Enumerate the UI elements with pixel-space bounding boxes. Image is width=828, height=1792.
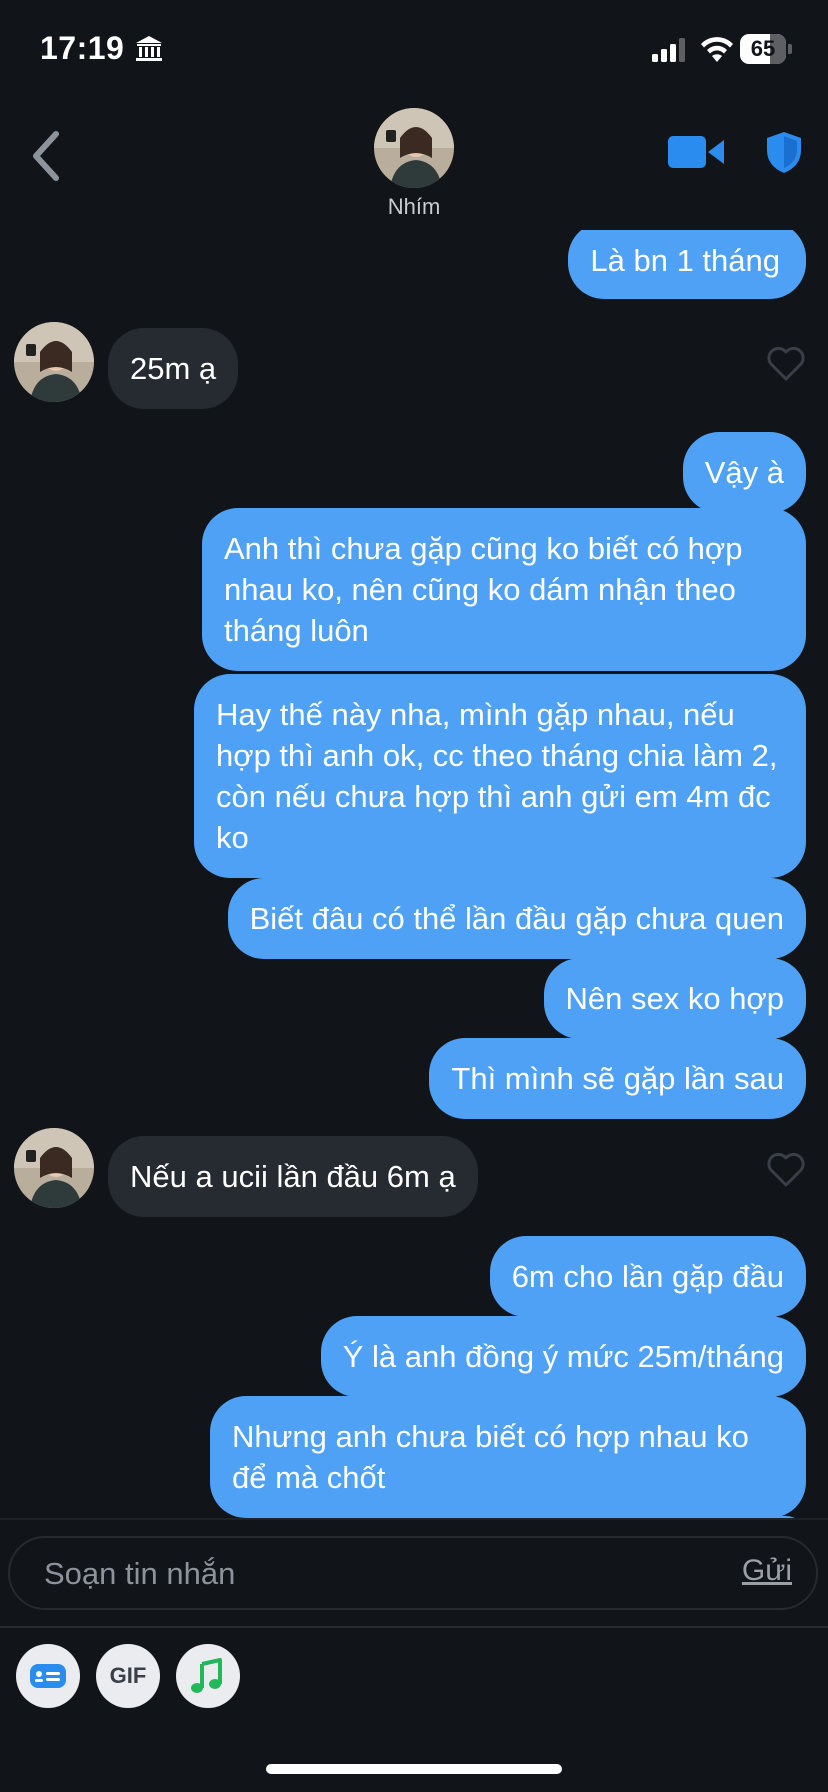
message-composer: Gửi [8,1536,818,1610]
battery-icon: 65 [740,34,792,64]
divider [0,1518,828,1520]
status-time: 17:19 [40,30,125,66]
message-bubble-outgoing[interactable]: Thì mình sẽ gặp lần sau [429,1038,806,1119]
message-bubble-incoming[interactable]: Nếu a ucii lần đầu 6m ạ [108,1136,478,1217]
home-indicator[interactable] [266,1764,562,1774]
contact-name[interactable]: Nhím [314,194,514,220]
message-bubble-outgoing[interactable]: Hay thế này nha, mình gặp nhau, nếu hợp … [194,674,806,878]
gif-icon: GIF [109,1663,147,1688]
chat-header: Nhím [0,100,828,230]
gif-button[interactable]: GIF [96,1644,160,1708]
status-bar: 17:19 65 [0,0,828,100]
message-bubble-outgoing[interactable]: Ý là anh đồng ý mức 25m/tháng [320,1316,806,1397]
contact-avatar-small[interactable] [14,322,94,402]
chat-screen: 17:19 65 Nhím Là bn 1 tháng 25m ạ Vậy à … [0,0,828,1792]
message-bubble-outgoing[interactable]: 6m cho lần gặp đầu [489,1236,806,1317]
send-button[interactable]: Gửi [742,1554,792,1588]
shield-icon[interactable] [764,130,804,174]
contact-card-icon [30,1664,66,1688]
contact-avatar[interactable] [374,108,454,188]
message-bubble-outgoing[interactable]: Nhưng anh chưa biết có hợp nhau ko để mà… [210,1396,806,1518]
heart-icon[interactable] [766,346,806,382]
battery-tip [788,44,792,54]
divider [0,1626,828,1628]
wifi-icon [701,37,733,62]
message-bubble-outgoing[interactable]: Là bn 1 tháng [568,230,806,299]
battery-body: 65 [740,34,786,64]
contact-avatar-small[interactable] [14,1128,94,1208]
message-bubble-outgoing[interactable]: Nên sex ko hợp [543,958,806,1039]
message-input[interactable] [42,1548,646,1600]
message-bubble-incoming[interactable]: 25m ạ [108,328,239,409]
message-bubble-outgoing[interactable]: Biết đâu có thể lần đầu gặp chưa quen [227,878,806,959]
bank-icon [136,36,162,61]
music-button[interactable] [176,1644,240,1708]
music-icon [191,1658,222,1693]
message-list[interactable]: Là bn 1 tháng 25m ạ Vậy à Anh thì chưa g… [0,230,828,1520]
signal-icon [652,38,685,62]
video-call-icon[interactable] [668,134,724,170]
message-bubble-outgoing[interactable]: Anh thì chưa gặp cũng ko biết có hợp nha… [202,508,806,671]
back-chevron-icon[interactable] [26,126,66,186]
battery-percent: 65 [750,36,776,61]
contact-card-button[interactable] [16,1644,80,1708]
heart-icon[interactable] [766,1152,806,1188]
message-bubble-outgoing[interactable]: Vậy à [682,432,806,513]
